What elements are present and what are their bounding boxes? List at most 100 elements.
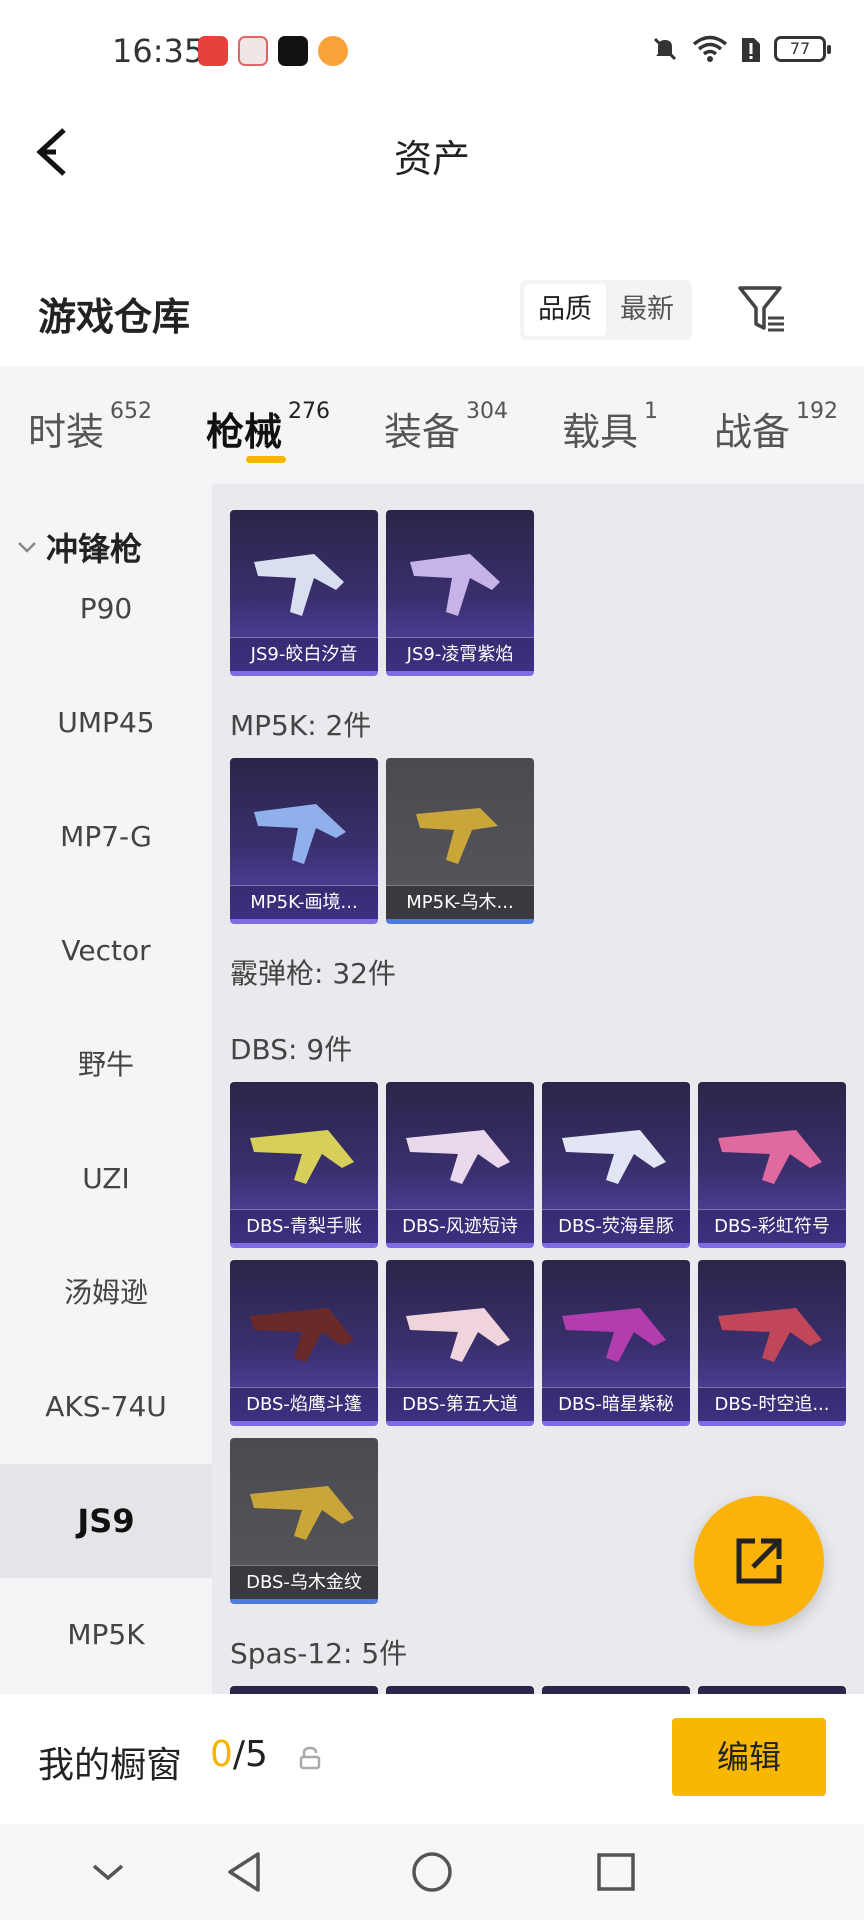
nav-recents-button[interactable] (592, 1848, 640, 1896)
sidebar-item-uzi[interactable]: UZI (0, 1122, 212, 1236)
tab-label: 装备 (384, 410, 461, 454)
group-label-dbs: DBS: 9件 (230, 1033, 353, 1066)
active-tab-indicator (246, 456, 286, 463)
weapon-card[interactable]: DBS-风迹短诗 (386, 1082, 534, 1248)
shotgun-skin-icon (250, 1486, 354, 1540)
weapon-card[interactable] (230, 1686, 378, 1694)
weapon-card[interactable]: DBS-荧海星豚 (542, 1082, 690, 1248)
gift-app-icon (238, 36, 268, 66)
sim-alert-icon (742, 38, 760, 62)
weapon-card[interactable]: JS9-凌霄紫焰 (386, 510, 534, 676)
shotgun-skin-icon (250, 1130, 354, 1184)
sidebar-item-ump45[interactable]: UMP45 (0, 666, 212, 780)
chevron-down-icon (92, 1864, 124, 1881)
nav-home-button[interactable] (408, 1848, 456, 1896)
sort-newest-option[interactable]: 最新 (606, 284, 688, 336)
weapon-card-label: MP5K-乌木... (386, 885, 534, 919)
weapon-card-label: DBS-彩虹符号 (698, 1209, 846, 1243)
weapon-card[interactable]: DBS-焰鹰斗篷 (230, 1260, 378, 1426)
sort-toggle: 品质 最新 (520, 280, 692, 340)
weapon-card[interactable]: DBS-第五大道 (386, 1260, 534, 1426)
weapon-type-sidebar: 冲锋枪 P90 UMP45 MP7-G Vector 野牛 UZI 汤姆逊 AK… (0, 484, 212, 1694)
smg-skin-icon (410, 554, 500, 616)
share-fab-button[interactable] (694, 1496, 824, 1626)
shotgun-skin-icon (562, 1308, 666, 1362)
game-app-icon (318, 36, 348, 66)
sort-quality-option[interactable]: 品质 (524, 284, 606, 336)
smg-skin-icon (416, 808, 498, 864)
tab-firearms[interactable]: 枪械 276 (206, 399, 331, 456)
sidebar-item-mp7g[interactable]: MP7-G (0, 780, 212, 894)
showcase-count-total: /5 (232, 1734, 268, 1775)
showcase-title: 我的橱窗 (38, 1745, 183, 1786)
sidebar-item-thompson[interactable]: 汤姆逊 (0, 1236, 212, 1350)
tab-label: 载具 (562, 410, 639, 454)
showcase-count-current: 0 (210, 1734, 233, 1775)
weapon-card-label: DBS-青梨手账 (230, 1209, 378, 1243)
category-tabs: 时装 652 枪械 276 装备 304 载具 1 战备 192 (0, 366, 864, 484)
wifi-icon (692, 35, 728, 62)
tab-label: 战备 (714, 410, 791, 454)
weapon-card[interactable]: DBS-青梨手账 (230, 1082, 378, 1248)
shotgun-skin-icon (718, 1130, 822, 1184)
weapon-card[interactable]: DBS-时空追... (698, 1260, 846, 1426)
external-link-icon (736, 1538, 782, 1584)
status-indicators: 77 (650, 34, 831, 64)
showcase-bar: 我的橱窗 0/5 编辑 (0, 1694, 864, 1824)
weapon-card-label: DBS-第五大道 (386, 1387, 534, 1421)
shotgun-skin-icon (562, 1130, 666, 1184)
weapon-card-label: DBS-乌木金纹 (230, 1565, 378, 1599)
warehouse-title: 游戏仓库 (38, 295, 191, 339)
mute-bell-icon (653, 37, 677, 61)
smg-skin-icon (254, 804, 346, 864)
weapon-card-label: DBS-风迹短诗 (386, 1209, 534, 1243)
shotgun-skin-icon (250, 1308, 354, 1362)
sidebar-item-vector[interactable]: Vector (0, 894, 212, 1008)
weapon-card-label: DBS-暗星紫秘 (542, 1387, 690, 1421)
weapon-card[interactable]: JS9-皎白汐音 (230, 510, 378, 676)
tab-fashion[interactable]: 时装 652 (28, 399, 152, 456)
weapon-card[interactable]: DBS-暗星紫秘 (542, 1260, 690, 1426)
edit-button[interactable]: 编辑 (672, 1718, 826, 1796)
weapon-card-label: JS9-皎白汐音 (230, 637, 378, 671)
tab-count: 192 (796, 399, 839, 424)
tab-count: 276 (288, 399, 331, 424)
sidebar-item-p90[interactable]: P90 (0, 552, 212, 666)
triangle-back-icon (228, 1852, 260, 1892)
weapon-card[interactable] (698, 1686, 846, 1694)
nav-back-button[interactable] (222, 1848, 270, 1896)
app-screen: 16:35 77 资产 游戏仓库 品质 最新 时装 652 枪械 276 装备 … (0, 0, 864, 1920)
tab-label: 枪械 (206, 410, 283, 454)
status-time: 16:35 (112, 32, 205, 70)
tab-equipment[interactable]: 装备 304 (384, 399, 508, 456)
weapon-card[interactable]: MP5K-画境... (230, 758, 378, 924)
page-title: 资产 (393, 137, 470, 181)
tiktok-app-icon (278, 36, 308, 66)
weapon-card-label: JS9-凌霄紫焰 (386, 637, 534, 671)
circle-home-icon (412, 1852, 452, 1892)
sidebar-item-js9[interactable]: JS9 (0, 1464, 212, 1578)
weapon-card[interactable] (386, 1686, 534, 1694)
group-label-shotgun: 霰弹枪: 32件 (230, 957, 396, 990)
shotgun-skin-icon (406, 1130, 510, 1184)
tab-count: 1 (644, 399, 659, 424)
notification-icons (198, 36, 348, 66)
weapon-card[interactable]: DBS-彩虹符号 (698, 1082, 846, 1248)
group-label-spas12: Spas-12: 5件 (230, 1637, 408, 1670)
sidebar-item-aks74u[interactable]: AKS-74U (0, 1350, 212, 1464)
tab-supplies[interactable]: 战备 192 (714, 399, 839, 456)
weapon-card-label: DBS-焰鹰斗篷 (230, 1387, 378, 1421)
weapon-card-label: DBS-时空追... (698, 1387, 846, 1421)
weapon-card[interactable]: DBS-乌木金纹 (230, 1438, 378, 1604)
weapon-card[interactable]: MP5K-乌木... (386, 758, 534, 924)
smg-skin-icon (254, 554, 344, 616)
group-label-mp5k: MP5K: 2件 (230, 709, 372, 742)
weapon-card[interactable] (542, 1686, 690, 1694)
weapon-card-label: DBS-荧海星豚 (542, 1209, 690, 1243)
square-recents-icon (597, 1853, 635, 1891)
sidebar-item-mp5k[interactable]: MP5K (0, 1578, 212, 1692)
tab-vehicles[interactable]: 载具 1 (562, 399, 659, 456)
nav-collapse-button[interactable] (84, 1848, 132, 1896)
sidebar-item-bison[interactable]: 野牛 (0, 1008, 212, 1122)
filter-button[interactable] (736, 284, 792, 336)
